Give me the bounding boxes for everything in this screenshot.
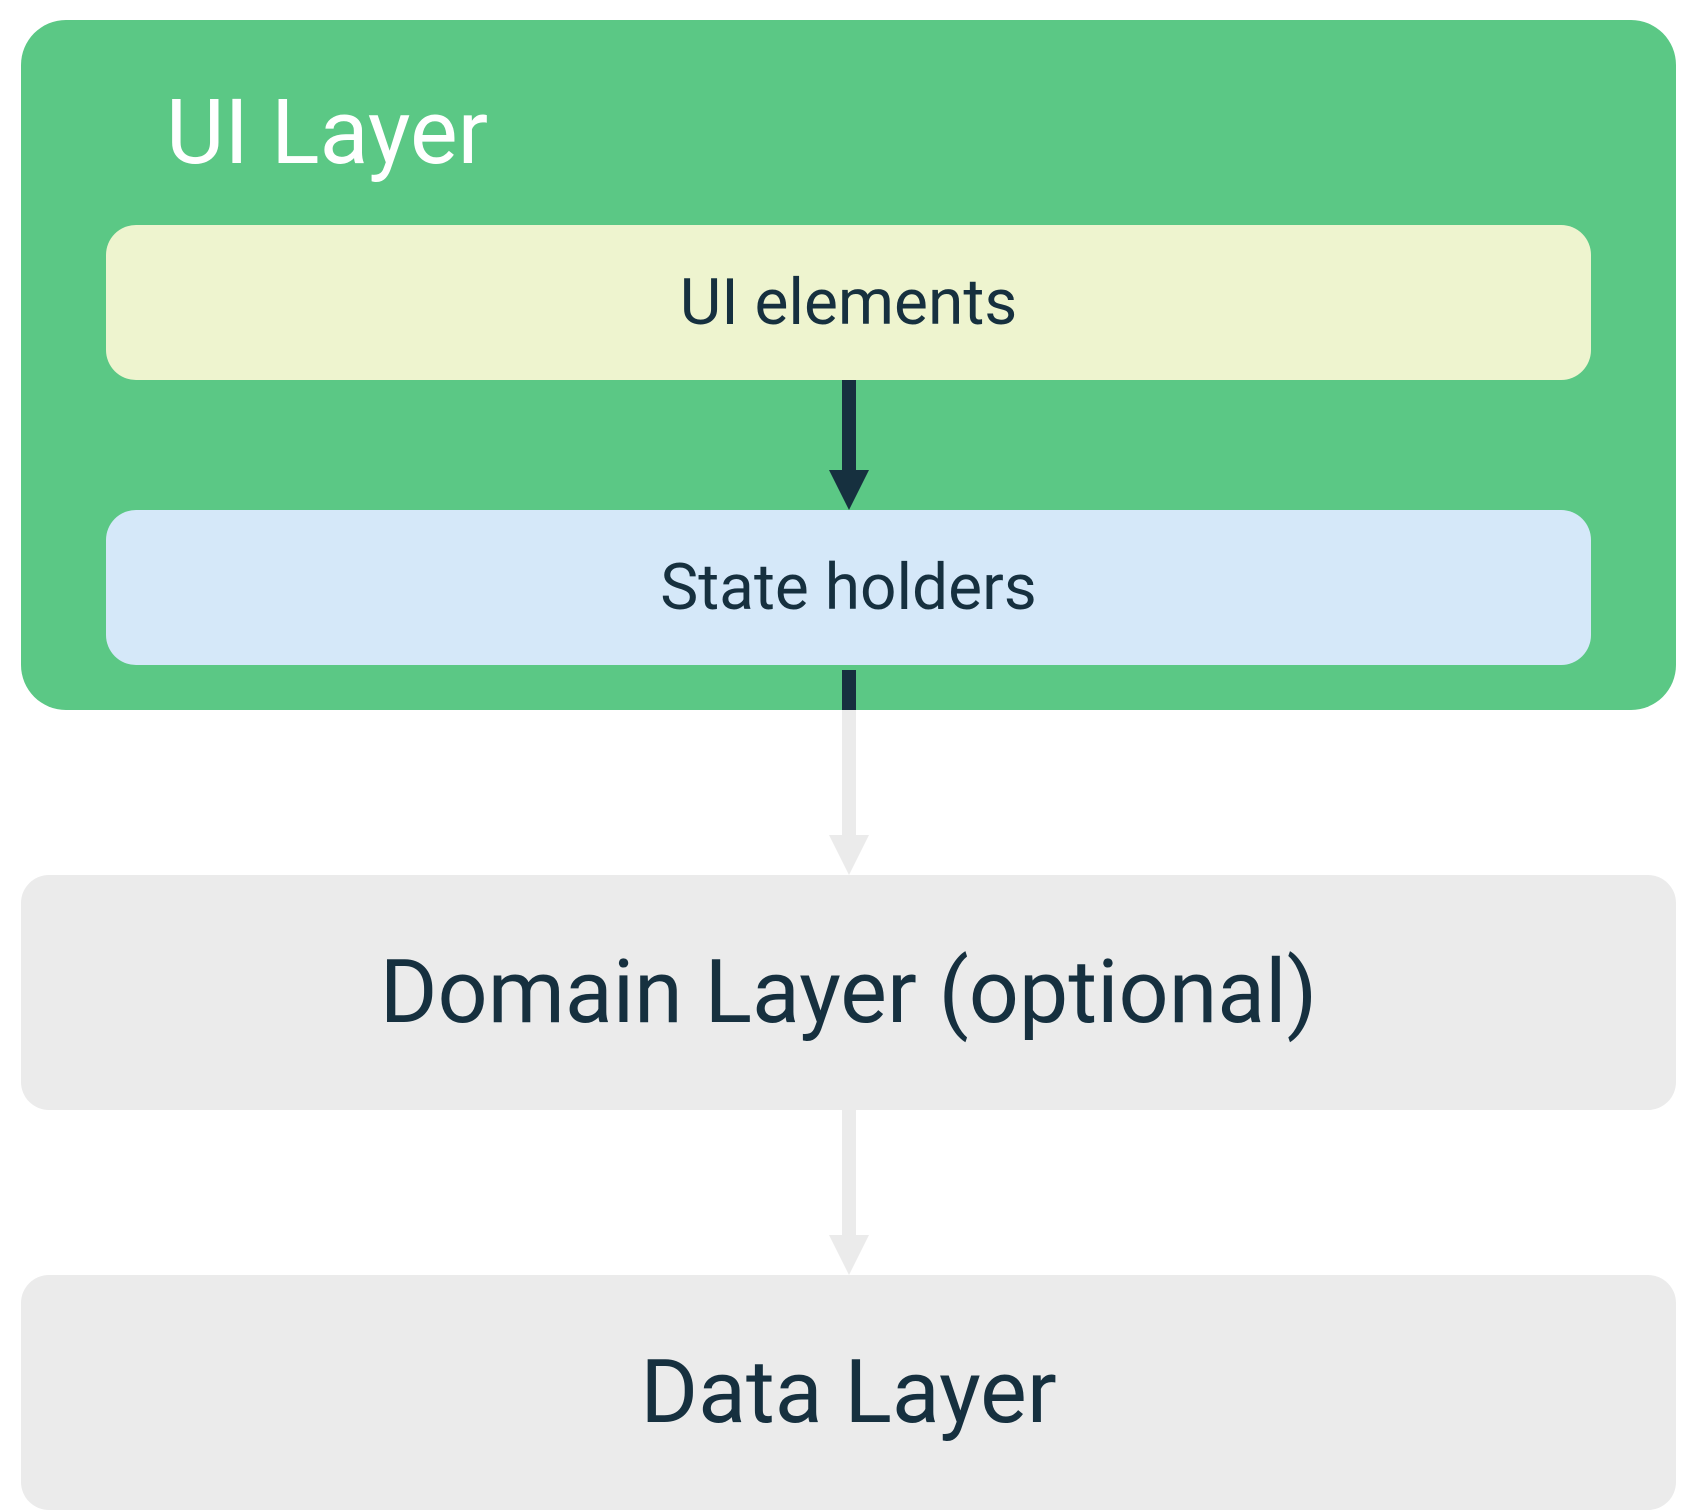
arrow-down-icon [824,670,874,875]
data-layer-box: Data Layer [21,1275,1676,1510]
ui-layer-container: UI Layer UI elements State holders [21,20,1676,710]
state-holders-label: State holders [660,550,1037,625]
domain-layer-label: Domain Layer (optional) [380,941,1317,1044]
arrow-ui-to-state [106,380,1591,510]
arrow-down-icon [824,1110,874,1275]
data-layer-label: Data Layer [640,1341,1056,1444]
state-holders-box: State holders [106,510,1591,665]
arrow-ui-to-domain [20,710,1677,875]
ui-elements-box: UI elements [106,225,1591,380]
ui-layer-title: UI Layer [166,80,1591,185]
ui-elements-label: UI elements [680,265,1018,340]
architecture-diagram: UI Layer UI elements State holders Domai… [20,20,1677,1510]
arrow-down-icon [824,380,874,510]
arrow-domain-to-data [20,1110,1677,1275]
domain-layer-box: Domain Layer (optional) [21,875,1676,1110]
